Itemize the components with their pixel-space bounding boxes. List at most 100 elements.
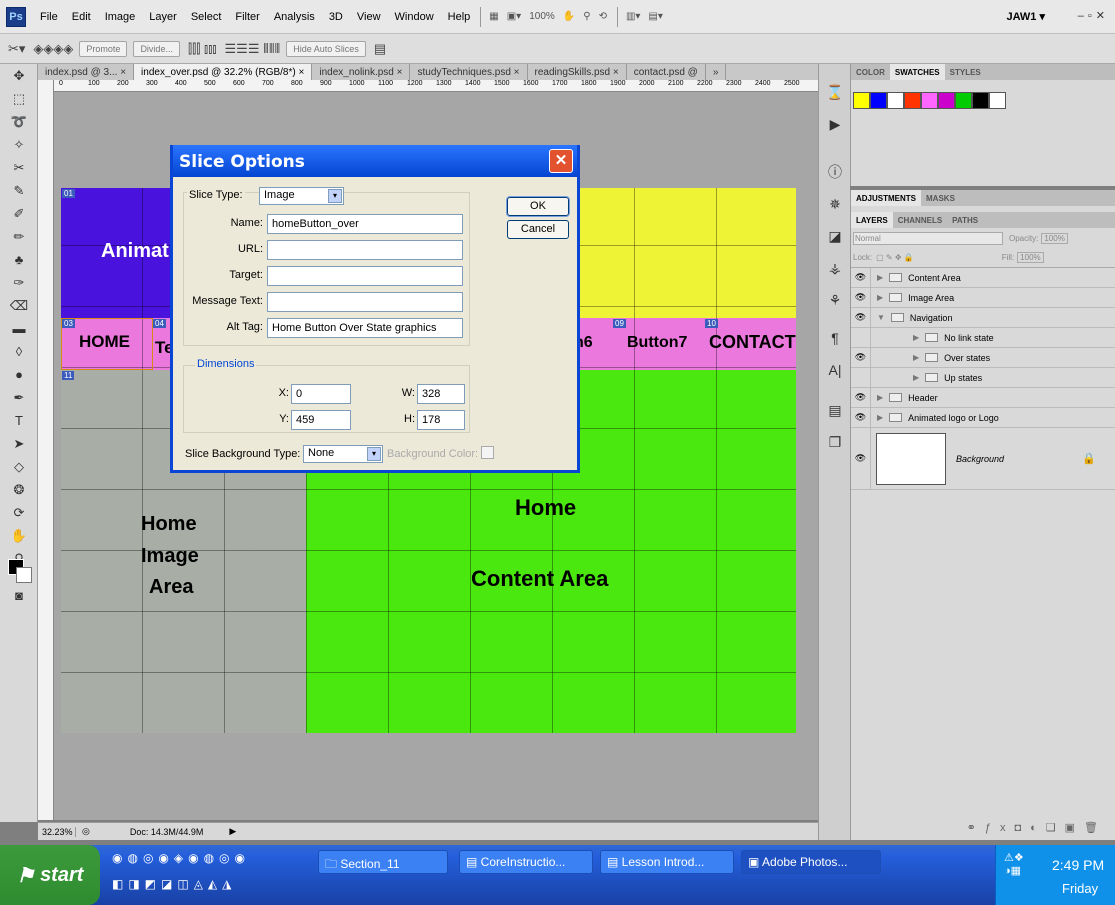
chevron-down-icon[interactable]: ▾ — [328, 189, 342, 203]
y-field[interactable] — [291, 410, 351, 430]
histogram-icon[interactable]: ◪ — [819, 220, 851, 252]
menu-edit[interactable]: Edit — [72, 11, 91, 23]
tab-paths[interactable]: PATHS — [947, 212, 983, 228]
history-icon[interactable]: ⌛ — [819, 76, 851, 108]
quick-launch-icons-row2[interactable]: ◧◨◩◪◫◬◭◮ — [112, 877, 302, 891]
task-core-instruction[interactable]: ▤ CoreInstructio... — [459, 850, 593, 874]
slice-options-icon[interactable]: ▤ — [374, 41, 386, 57]
color-swatch[interactable] — [955, 92, 972, 109]
slice-tag-09[interactable]: 09 — [613, 319, 626, 328]
close-icon[interactable]: ✕ — [549, 149, 573, 173]
quick-mask-icon[interactable]: ◙ — [0, 584, 38, 607]
slice-tag-01[interactable]: 01 — [62, 189, 75, 198]
tab-masks[interactable]: MASKS — [921, 190, 960, 206]
divide-button[interactable]: Divide... — [133, 40, 180, 57]
h-field[interactable] — [417, 410, 465, 430]
slice-bg-type-select[interactable]: None ▾ — [303, 445, 383, 463]
alt-tag-field[interactable] — [267, 318, 463, 338]
layer-comps-icon[interactable]: ❐ — [819, 426, 851, 458]
clone-stamp-icon[interactable]: ♣ — [0, 248, 38, 271]
tab-contact[interactable]: contact.psd @ — [627, 64, 706, 80]
pen-tool-icon[interactable]: ✒ — [0, 386, 38, 409]
workspace-switcher[interactable]: JAW1 ▾ — [1006, 10, 1045, 23]
task-section-11[interactable]: 🗀 Section_11 — [318, 850, 448, 874]
distribute-icons[interactable]: ☰☰☰ ⦀⦀⦀ — [225, 41, 281, 57]
visibility-eye-icon[interactable]: 👁 — [851, 347, 871, 368]
blend-mode-select[interactable]: Normal — [853, 231, 1003, 245]
hand-icon[interactable]: ✋ — [563, 11, 575, 22]
3d-rotate-icon[interactable]: ❂ — [0, 478, 38, 501]
expand-right-icon[interactable]: ▶ — [913, 333, 919, 342]
status-menu-arrow-icon[interactable]: ▶ — [229, 826, 236, 837]
promote-button[interactable]: Promote — [79, 40, 128, 57]
x-field[interactable] — [291, 384, 351, 404]
gradient-tool-icon[interactable]: ▬ — [0, 317, 38, 340]
photoshop-logo-icon[interactable]: Ps — [6, 6, 26, 27]
visibility-eye-icon[interactable]: 👁 — [851, 307, 871, 328]
color-swatch[interactable] — [938, 92, 955, 109]
move-tool-icon[interactable]: ✥ — [0, 64, 38, 87]
layer-row[interactable]: ▶ Up states — [851, 367, 1115, 388]
tab-layers[interactable]: LAYERS — [851, 212, 893, 228]
color-swatch[interactable] — [870, 92, 887, 109]
layer-row[interactable]: 👁 ▶ Header — [851, 387, 1115, 408]
color-swatch[interactable] — [904, 92, 921, 109]
status-info-icon[interactable]: ◎ — [82, 826, 90, 837]
opacity-field[interactable]: 100% — [1041, 232, 1068, 244]
eraser-tool-icon[interactable]: ⌫ — [0, 294, 38, 317]
expand-right-icon[interactable]: ▶ — [877, 273, 883, 282]
color-swatch[interactable] — [887, 92, 904, 109]
character-icon[interactable]: A| — [819, 354, 851, 386]
url-field[interactable] — [267, 240, 463, 260]
menu-view[interactable]: View — [357, 11, 381, 23]
layer-row[interactable]: 👁 ▶ Content Area — [851, 267, 1115, 288]
color-swatch[interactable] — [972, 92, 989, 109]
healing-brush-icon[interactable]: ✐ — [0, 202, 38, 225]
tab-reading-skills[interactable]: readingSkills.psd × — [528, 64, 627, 80]
eyedropper-icon[interactable]: ✎ — [0, 179, 38, 202]
hand-tool-icon[interactable]: ✋ — [0, 524, 38, 547]
slice-tool-icon[interactable]: ✂ — [0, 156, 38, 179]
tab-adjustments[interactable]: ADJUSTMENTS — [851, 190, 922, 206]
zoom-readout[interactable]: 32.23% — [42, 826, 76, 837]
layer-row[interactable]: 👁 ▶ Over states — [851, 347, 1115, 368]
menu-filter[interactable]: Filter — [235, 11, 259, 23]
expand-right-icon[interactable]: ▶ — [913, 353, 919, 362]
screen-mode-icon[interactable]: ▣▾ — [507, 11, 521, 22]
expand-right-icon[interactable]: ▶ — [877, 393, 883, 402]
blur-tool-icon[interactable]: ◊ — [0, 340, 38, 363]
tray-icons[interactable]: ⚠❖ ◑▦ — [1004, 851, 1024, 877]
slice-tag-11[interactable]: 11 — [62, 371, 75, 380]
dodge-tool-icon[interactable]: ● — [0, 363, 38, 386]
brush-tool-icon[interactable]: ✏ — [0, 225, 38, 248]
visibility-eye-icon[interactable]: 👁 — [851, 407, 871, 428]
expand-down-icon[interactable]: ▼ — [877, 313, 885, 322]
visibility-eye-icon[interactable]: 👁 — [851, 267, 871, 288]
menu-layer[interactable]: Layer — [149, 11, 177, 23]
window-controls[interactable]: –▫✕ — [1078, 9, 1109, 22]
expand-right-icon[interactable]: ▶ — [913, 373, 919, 382]
arrange-icon[interactable]: ▥▾ — [626, 11, 640, 22]
slice-style-icons[interactable]: ◈◈◈◈ — [33, 41, 73, 57]
name-field[interactable] — [267, 214, 463, 234]
info-icon[interactable]: ⓘ — [819, 156, 851, 188]
target-field[interactable] — [267, 266, 463, 286]
menu-window[interactable]: Window — [395, 11, 434, 23]
zoom-level[interactable]: 100% — [529, 11, 555, 22]
path-selection-icon[interactable]: ➤ — [0, 432, 38, 455]
message-text-field[interactable] — [267, 292, 463, 312]
rotate-icon[interactable]: ⟲ — [599, 11, 607, 22]
brushes-icon[interactable]: ⚶ — [819, 252, 851, 284]
tab-color[interactable]: COLOR — [851, 64, 890, 80]
tab-channels[interactable]: CHANNELS — [893, 212, 947, 228]
zoom-icon[interactable]: ⚲ — [583, 11, 590, 22]
tabs-overflow-icon[interactable]: » — [706, 64, 727, 80]
color-swatch[interactable] — [989, 92, 1006, 109]
menu-help[interactable]: Help — [448, 11, 471, 23]
paragraph-icon[interactable]: ¶ — [819, 322, 851, 354]
layer-row-background[interactable]: 👁 Background 🔒 — [851, 427, 1115, 490]
tab-index-over[interactable]: index_over.psd @ 32.2% (RGB/8*) × — [134, 64, 313, 80]
fill-field[interactable]: 100% — [1017, 252, 1044, 263]
notes-icon[interactable]: ▤ — [819, 394, 851, 426]
layer-row[interactable]: 👁 ▶ Animated logo or Logo — [851, 407, 1115, 428]
